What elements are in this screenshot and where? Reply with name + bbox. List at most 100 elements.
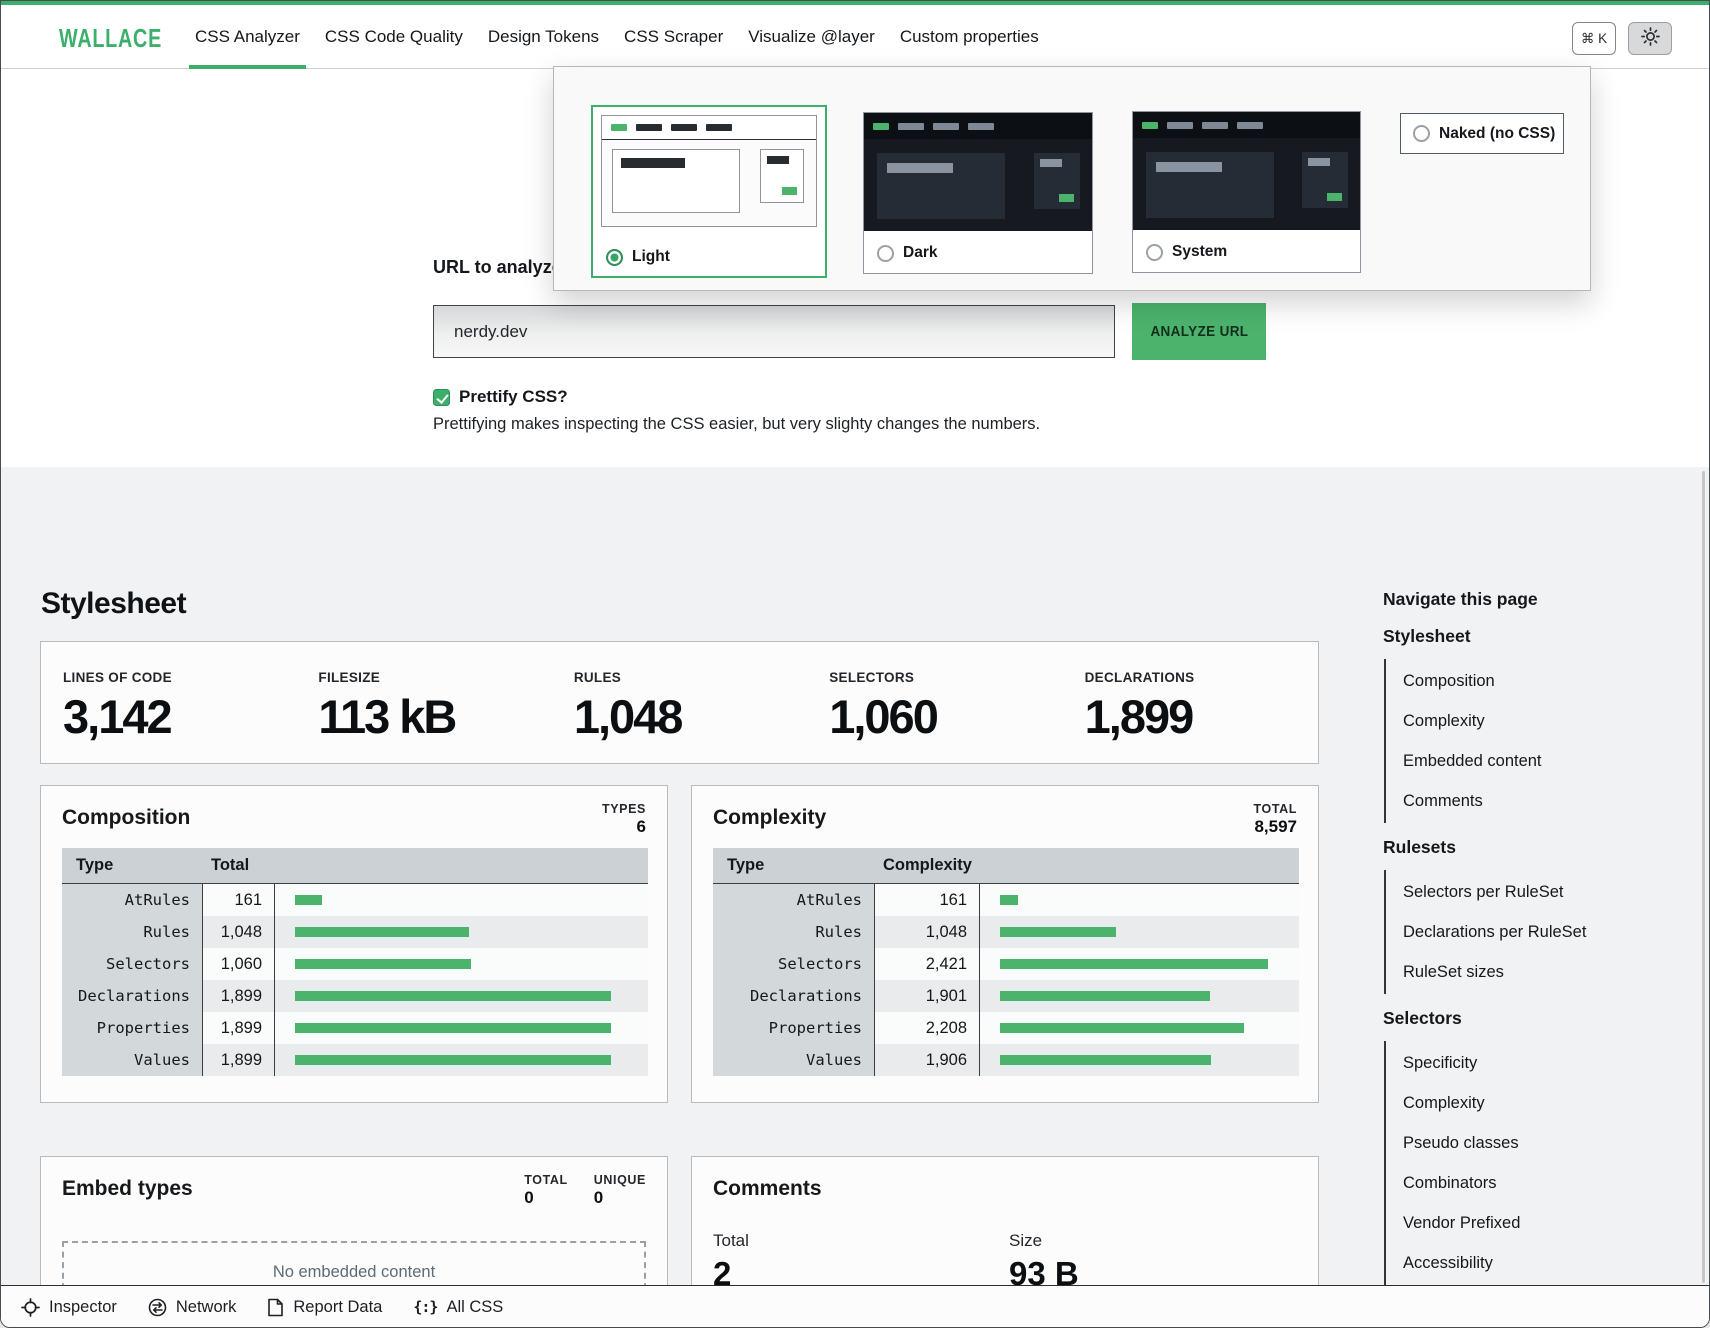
page-nav-section-rulesets: Rulesets Selectors per RuleSetDeclaration… xyxy=(1383,837,1695,994)
type-cell: Rules xyxy=(62,916,203,948)
nav-item-custom-properties[interactable]: Custom properties xyxy=(900,5,1039,69)
page-nav-link-vendor-prefixed[interactable]: Vendor Prefixed xyxy=(1403,1203,1695,1243)
table-row: Values1,906 xyxy=(713,1044,1299,1076)
page-nav-heading[interactable]: Stylesheet xyxy=(1383,626,1695,647)
wallace-logo[interactable]: WALLACE xyxy=(59,23,162,54)
value-cell: 1,048 xyxy=(203,916,275,948)
theme-option-label: System xyxy=(1172,243,1227,261)
theme-menu: Light Dark xyxy=(553,66,1591,291)
page-nav-heading[interactable]: Selectors xyxy=(1383,1008,1695,1029)
table-row: Selectors1,060 xyxy=(62,948,648,980)
page-nav-link-comments[interactable]: Comments xyxy=(1403,781,1695,821)
theme-option-dark[interactable]: Dark xyxy=(863,112,1093,274)
page-nav-link-accessibility[interactable]: Accessibility xyxy=(1403,1243,1695,1283)
nav-item-css-code-quality[interactable]: CSS Code Quality xyxy=(325,5,463,69)
nav-item-css-scraper[interactable]: CSS Scraper xyxy=(624,5,723,69)
comments-title: Comments xyxy=(713,1177,822,1201)
toolbar-tab-network[interactable]: Network xyxy=(148,1298,237,1317)
composition-title: Composition xyxy=(62,806,190,830)
page-nav-link-combinators[interactable]: Combinators xyxy=(1403,1163,1695,1203)
page-nav-link-selectors-per-ruleset[interactable]: Selectors per RuleSet xyxy=(1403,872,1695,912)
stat-label: SELECTORS xyxy=(829,670,1062,685)
bar-cell xyxy=(275,948,648,980)
theme-option-light[interactable]: Light xyxy=(591,105,827,278)
value-bar xyxy=(1000,927,1116,937)
page-navigation: Navigate this page StylesheetComposition… xyxy=(1383,589,1695,1299)
value-cell: 161 xyxy=(875,884,980,916)
light-theme-preview xyxy=(601,115,817,227)
value-bar xyxy=(1000,991,1210,1001)
nav-item-css-analyzer[interactable]: CSS Analyzer xyxy=(195,5,300,69)
toolbar-tab-report-data[interactable]: Report Data xyxy=(267,1298,382,1317)
table-row: Properties2,208 xyxy=(713,1012,1299,1044)
bar-cell xyxy=(275,884,648,916)
toolbar-tab-label: Inspector xyxy=(49,1298,117,1317)
sun-icon xyxy=(1641,27,1660,51)
main-nav: CSS Analyzer CSS Code Quality Design Token… xyxy=(195,5,1039,69)
page-nav-section-selectors: Selectors SpecificityComplexityPseudo cla… xyxy=(1383,1008,1695,1285)
preview-nav-chip xyxy=(636,124,662,131)
bar-cell xyxy=(980,884,1299,916)
radio-light[interactable] xyxy=(606,249,623,266)
url-input[interactable] xyxy=(433,305,1115,358)
stat-value: 3,142 xyxy=(63,689,296,744)
stat-label: DECLARATIONS xyxy=(1085,670,1318,685)
page-title: Stylesheet xyxy=(41,587,186,621)
network-icon xyxy=(148,1298,167,1317)
all-css-icon: {:} xyxy=(413,1298,437,1317)
bar-cell xyxy=(980,916,1299,948)
value-cell: 1,901 xyxy=(875,980,980,1012)
table-row: Rules1,048 xyxy=(713,916,1299,948)
preview-input-mock xyxy=(612,149,740,213)
toolbar-tab-inspector[interactable]: Inspector xyxy=(21,1298,117,1317)
toolbar-tab-all-css[interactable]: {:}All CSS xyxy=(413,1298,503,1317)
radio-dark[interactable] xyxy=(877,245,894,262)
scrollbar[interactable] xyxy=(1702,471,1705,1283)
table-row: AtRules161 xyxy=(713,884,1299,916)
theme-option-system[interactable]: System xyxy=(1132,111,1361,273)
theme-toggle-button[interactable] xyxy=(1628,22,1672,55)
page-nav-link-embedded-content[interactable]: Embedded content xyxy=(1403,741,1695,781)
comments-total-label: Total xyxy=(713,1231,749,1251)
value-bar xyxy=(295,959,471,969)
theme-option-naked[interactable]: Naked (no CSS) xyxy=(1400,113,1564,154)
header: WALLACE CSS Analyzer CSS Code Quality Desi… xyxy=(1,5,1709,69)
comments-size-label: Size xyxy=(1009,1231,1079,1251)
nav-item-design-tokens[interactable]: Design Tokens xyxy=(488,5,599,69)
value-cell: 1,899 xyxy=(203,1044,275,1076)
table-row: Properties1,899 xyxy=(62,1012,648,1044)
bar-cell xyxy=(980,1012,1299,1044)
page-nav-link-specificity[interactable]: Specificity xyxy=(1403,1043,1695,1083)
complexity-meta-value: 8,597 xyxy=(1253,817,1297,837)
value-cell: 1,048 xyxy=(875,916,980,948)
radio-system[interactable] xyxy=(1146,244,1163,261)
bar-cell xyxy=(275,916,648,948)
value-cell: 161 xyxy=(203,884,275,916)
page-nav-link-ruleset-sizes[interactable]: RuleSet sizes xyxy=(1403,952,1695,992)
page-nav-link-complexity[interactable]: Complexity xyxy=(1403,701,1695,741)
command-palette-button[interactable]: ⌘ K xyxy=(1572,22,1616,55)
value-cell: 2,208 xyxy=(875,1012,980,1044)
stat-value: 113 kB xyxy=(318,689,551,744)
stat-value: 1,048 xyxy=(574,689,807,744)
value-bar xyxy=(295,1023,611,1033)
table-row: Selectors2,421 xyxy=(713,948,1299,980)
composition-meta-value: 6 xyxy=(602,817,646,837)
page-nav-link-pseudo-classes[interactable]: Pseudo classes xyxy=(1403,1123,1695,1163)
preview-logo-chip xyxy=(611,124,627,131)
radio-naked[interactable] xyxy=(1413,125,1430,142)
value-bar xyxy=(295,927,469,937)
theme-option-label: Naked (no CSS) xyxy=(1439,125,1555,143)
page-nav-link-declarations-per-ruleset[interactable]: Declarations per RuleSet xyxy=(1403,912,1695,952)
page-nav-link-complexity[interactable]: Complexity xyxy=(1403,1083,1695,1123)
nav-item-visualize-layer[interactable]: Visualize @layer xyxy=(748,5,875,69)
table-row: AtRules161 xyxy=(62,884,648,916)
page-nav-link-composition[interactable]: Composition xyxy=(1403,661,1695,701)
system-theme-preview xyxy=(1133,112,1360,230)
preview-panel-mock xyxy=(760,149,804,203)
prettify-checkbox[interactable] xyxy=(433,389,450,406)
composition-table: Type Total AtRules161Rules1,048Selectors… xyxy=(62,848,648,1076)
analyze-url-button[interactable]: ANALYZE URL xyxy=(1132,303,1266,360)
page-nav-heading[interactable]: Rulesets xyxy=(1383,837,1695,858)
value-cell: 1,060 xyxy=(203,948,275,980)
